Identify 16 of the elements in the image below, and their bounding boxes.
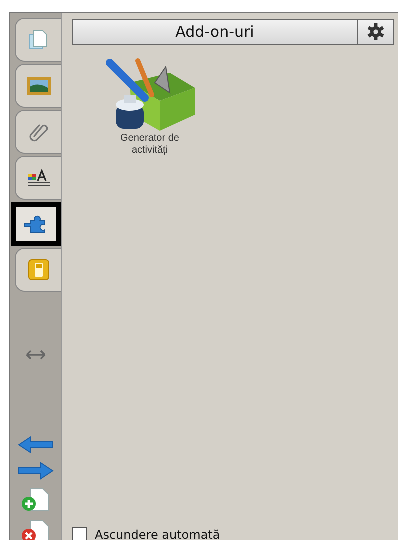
- checkbox[interactable]: [72, 527, 87, 540]
- sidebar-tab[interactable]: [15, 156, 61, 200]
- forward-arrow-icon[interactable]: [18, 462, 54, 480]
- panel-title: Add-on-uri: [72, 19, 358, 45]
- checkbox-label: Ascundere automată: [95, 528, 220, 540]
- settings-button[interactable]: [358, 19, 394, 45]
- framed-picture-icon: [26, 76, 52, 96]
- pages-icon: [28, 29, 50, 51]
- addon-item[interactable]: Generator de activități: [90, 53, 210, 157]
- sidebar-tab[interactable]: [11, 202, 61, 246]
- back-arrow-icon[interactable]: [18, 436, 54, 454]
- resize-arrows-icon[interactable]: [26, 350, 46, 360]
- handset-icon: [28, 259, 50, 281]
- auto-hide-checkbox[interactable]: Ascundere automată: [72, 527, 394, 540]
- colors-and-letter-icon: [26, 168, 50, 188]
- settings-icon: [366, 23, 384, 41]
